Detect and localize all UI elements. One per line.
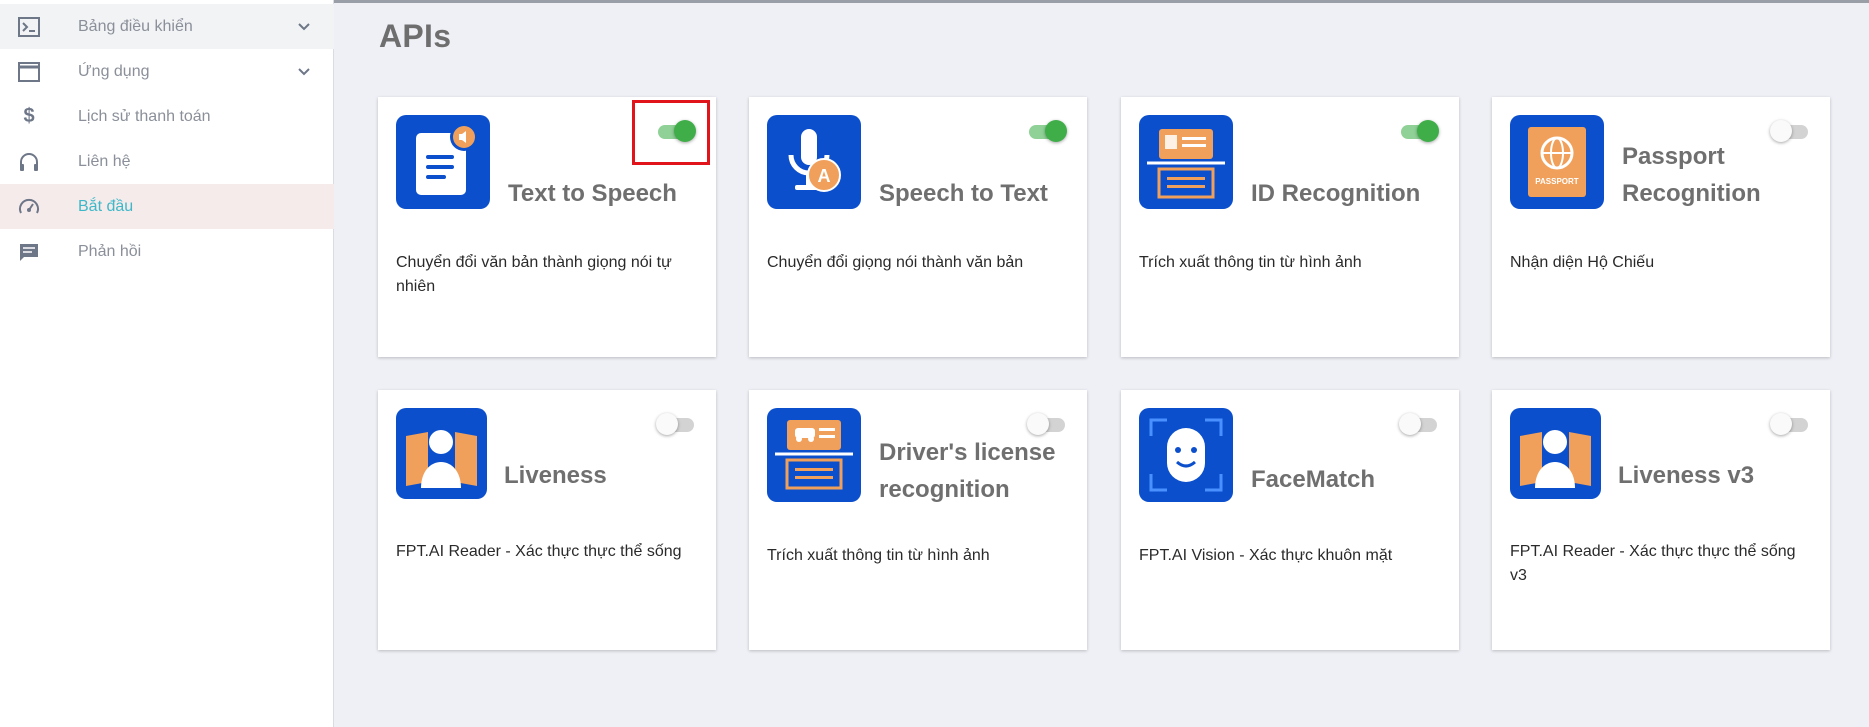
api-card-id-recognition: ID Recognition Trích xuất thông tin từ h… [1121,97,1459,357]
card-title: FaceMatch [1251,466,1376,493]
sidebar-item-payment-history[interactable]: $ Lịch sử thanh toán [0,94,334,139]
api-card-passport-recognition: PASSPORT Passport Recognition Nhận diện … [1492,97,1830,357]
drivers-license-icon [767,408,861,502]
enable-toggle[interactable] [1399,117,1439,143]
card-description: Chuyển đổi văn bản thành giọng nói tự nh… [396,254,672,295]
sidebar-item-dashboard[interactable]: Bảng điều khiển [0,4,334,49]
card-description: Trích xuất thông tin từ hình ảnh [1139,254,1362,271]
top-divider [334,0,1869,3]
person-book-icon [396,408,487,499]
sidebar-item-label: Bắt đầu [78,197,134,215]
card-description: FPT.AI Reader - Xác thực thực thể sống [396,543,682,560]
passport-icon: PASSPORT [1510,115,1604,209]
enable-toggle[interactable] [1770,410,1810,436]
sidebar-item-contact[interactable]: Liên hệ [0,139,334,184]
face-scan-icon [1139,408,1233,502]
card-description: FPT.AI Vision - Xác thực khuôn mặt [1139,547,1393,564]
api-card-drivers-license: Driver's license recognition Trích xuất … [749,390,1087,650]
card-description: Chuyển đổi giọng nói thành văn bản [767,254,1024,271]
api-card-liveness-v3: Liveness v3 FPT.AI Reader - Xác thực thự… [1492,390,1830,650]
document-speaker-icon [396,115,490,209]
card-title: Passport Recognition [1622,143,1761,207]
api-card-speech-to-text: A Speech to Text Chuyển đổi giọng nói th… [749,97,1087,357]
microphone-icon: A [767,115,861,209]
sidebar-item-label: Bảng điều khiển [78,17,193,35]
sidebar-item-label: Phản hồi [78,242,142,260]
card-title: Speech to Text [879,180,1048,207]
api-card-liveness: Liveness FPT.AI Reader - Xác thực thực t… [378,390,716,650]
page-title: APIs [379,18,452,54]
sidebar-item-label: Liên hệ [78,152,131,170]
chevron-down-icon [296,64,312,80]
card-description: FPT.AI Reader - Xác thực thực thể sống v… [1510,543,1796,584]
card-title: Text to Speech [508,180,677,207]
terminal-icon [17,15,41,39]
enable-toggle[interactable] [1399,410,1439,436]
passport-icon-text: PASSPORT [1535,177,1579,186]
enable-toggle[interactable] [656,410,696,436]
card-title: Liveness v3 [1618,462,1755,489]
person-book-icon [1510,408,1601,499]
api-card-facematch: FaceMatch FPT.AI Vision - Xác thực khuôn… [1121,390,1459,650]
card-title: ID Recognition [1251,180,1421,207]
chevron-down-icon [296,19,312,35]
headphones-icon [17,150,41,174]
dollar-icon: $ [23,105,35,127]
card-title: Driver's license recognition [879,439,1056,503]
card-description: Trích xuất thông tin từ hình ảnh [767,547,990,564]
id-card-icon [1139,115,1233,209]
speedometer-icon [17,195,41,219]
enable-toggle[interactable] [1027,410,1067,436]
window-icon [17,60,41,84]
sidebar-item-get-started[interactable]: Bắt đầu [0,184,334,229]
sidebar-item-apps[interactable]: Ứng dụng [0,49,334,94]
highlight-box [632,100,710,165]
sidebar-item-label: Lịch sử thanh toán [78,107,211,125]
enable-toggle[interactable] [1027,117,1067,143]
card-title: Liveness [504,462,607,489]
sidebar: Bảng điều khiển Ứng dụng $ Lịch sử thanh… [0,0,334,727]
feedback-icon [17,240,41,264]
svg-text:A: A [818,166,831,186]
sidebar-item-label: Ứng dụng [78,62,150,80]
sidebar-item-feedback[interactable]: Phản hồi [0,229,334,274]
card-description: Nhận diện Hộ Chiếu [1510,254,1655,271]
